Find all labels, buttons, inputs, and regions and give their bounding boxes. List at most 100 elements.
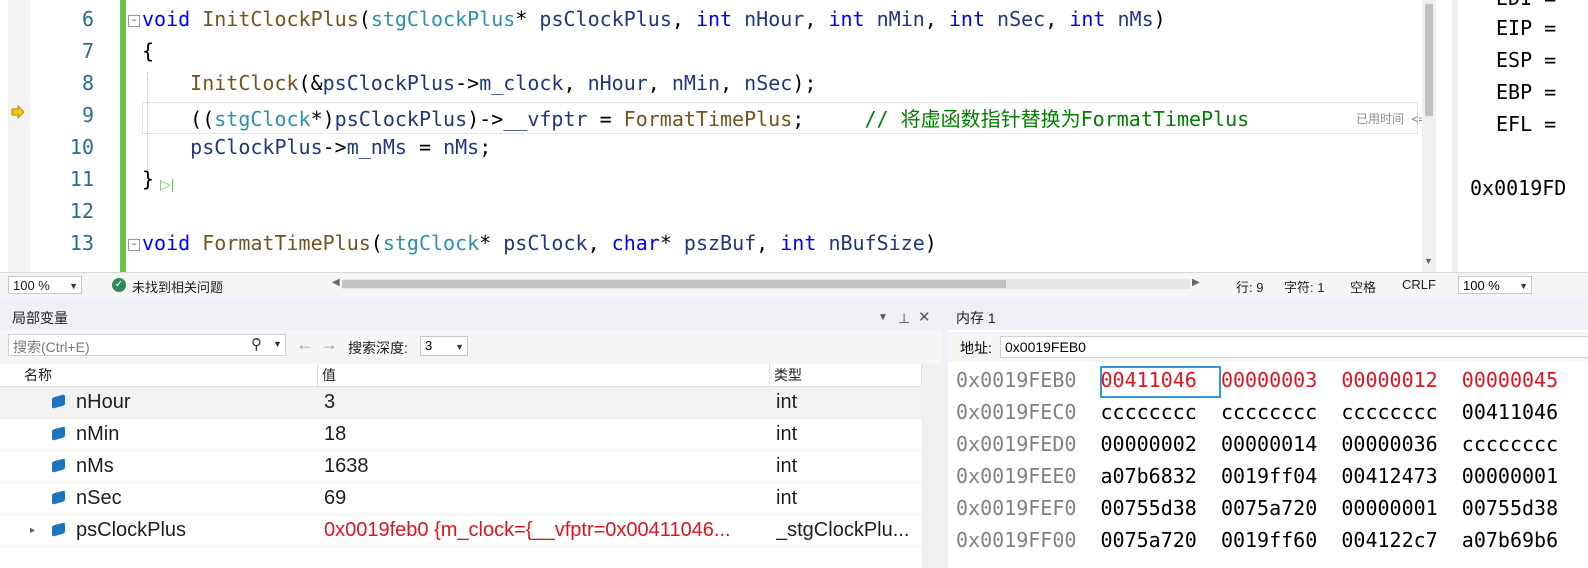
memory-word[interactable]: 0019ff60 [1221,528,1317,552]
memory-row[interactable]: 0x0019FEF0 00755d38 0075a720 00000001 00… [956,496,1558,520]
memory-word[interactable]: 00000045 [1462,368,1558,392]
code-line[interactable]: InitClock(&psClockPlus->m_clock, nHour, … [142,71,816,95]
memory-word[interactable]: 0075a720 [1221,496,1317,520]
memory-address: 0x0019FF00 [956,528,1077,552]
memory-row[interactable]: 0x0019FEB0 00411046 00000003 00000012 00… [956,368,1558,392]
scroll-left-arrow-icon[interactable]: ◀ [332,277,340,288]
code-token: ( [358,7,371,31]
register-address: 0x0019FD [1470,176,1567,200]
back-arrow-icon[interactable]: ← [296,334,314,355]
scroll-thumb[interactable] [342,280,1006,288]
memory-word[interactable]: 00000012 [1341,368,1437,392]
code-token: *) [310,107,335,131]
memory-word[interactable]: 00000002 [1101,432,1197,456]
forward-arrow-icon[interactable]: → [320,334,338,355]
expand-arrow-icon[interactable]: ▸ [30,515,35,546]
code-line[interactable]: void InitClockPlus(stgClockPlus* psClock… [142,7,1166,31]
panel-menu-chevron-icon[interactable]: ▼ [878,306,888,330]
chevron-down-icon[interactable]: ▼ [273,339,282,349]
memory-word[interactable]: cccccccc [1462,432,1558,456]
code-token: nBufSize [828,231,925,255]
table-row[interactable]: nSec 69 int [0,483,922,515]
memory-word[interactable]: 00411046 [1462,400,1558,424]
code-line[interactable]: psClockPlus->m_nMs = nMs; [142,135,491,159]
editor-vertical-scrollbar[interactable]: ▼ [1422,0,1436,272]
grid-header: 名称 值 类型 [0,364,922,387]
memory-row[interactable]: 0x0019FF00 0075a720 0019ff60 004122c7 a0… [956,528,1558,552]
code-token: * [479,231,504,255]
editor-horizontal-scrollbar[interactable] [342,279,1190,289]
table-row[interactable]: nMin 18 int [0,419,922,451]
scroll-thumb[interactable] [1425,4,1433,116]
zoom-select[interactable]: 100 % ▼ [8,276,82,294]
search-input[interactable]: 搜索(Ctrl+E) ⚲ ▼ [8,334,286,356]
scroll-down-arrow-icon[interactable]: ▼ [1424,256,1433,266]
zoom-select[interactable]: 100 % ▼ [1458,276,1532,294]
memory-word[interactable]: a07b69b6 [1462,528,1558,552]
memory-word[interactable]: 00412473 [1341,464,1437,488]
memory-word[interactable]: 00411046 [1101,368,1197,392]
address-input[interactable]: 0x0019FEB0 [1000,336,1588,358]
code-token: psClockPlus [322,71,456,95]
cell-name: psClockPlus [76,519,187,541]
memory-row[interactable]: 0x0019FED0 00000002 00000014 00000036 cc… [956,432,1558,456]
indicator-margin[interactable] [8,0,30,272]
cell-name: nHour [76,391,131,413]
memory-word[interactable]: cccccccc [1101,400,1197,424]
search-icon[interactable]: ⚲ [251,335,262,353]
scroll-right-arrow-icon[interactable]: ▶ [1192,277,1200,288]
code-token: -> [455,71,480,95]
memory-word[interactable]: 00000001 [1341,496,1437,520]
code-token: m_nMs [346,135,407,159]
issues-status[interactable]: 未找到相关问题 [132,277,223,296]
fold-toggle-icon[interactable]: − [128,239,140,251]
code-token: FormatTimePlus [623,107,793,131]
pin-icon[interactable]: ⊥ [898,306,910,330]
memory-word[interactable]: 00755d38 [1101,496,1197,520]
memory-word[interactable]: cccccccc [1341,400,1437,424]
code-token: = [406,135,444,159]
line-indicator[interactable]: 行: 9 [1236,277,1263,296]
column-header-name[interactable]: 名称 [20,364,318,386]
memory-word[interactable]: 00000003 [1221,368,1317,392]
code-editor[interactable]: − − 6 void InitClockPlus(stgClockPlus* ps… [0,0,1452,272]
whitespace-indicator[interactable]: 空格 [1350,277,1376,296]
fold-toggle-icon[interactable]: − [128,15,140,27]
code-token: (& [298,71,323,95]
memory-word[interactable]: a07b6832 [1101,464,1197,488]
memory-word[interactable]: 0019ff04 [1221,464,1317,488]
code-token: psClockPlus [190,135,323,159]
table-row[interactable]: nMs 1638 int [0,451,922,483]
memory-word[interactable]: 00000014 [1221,432,1317,456]
code-line[interactable]: } [142,167,154,191]
memory-row[interactable]: 0x0019FEE0 a07b6832 0019ff04 00412473 00… [956,464,1558,488]
cell-name: nMs [76,455,114,477]
column-header-value[interactable]: 值 [318,364,770,386]
code-line[interactable]: void FormatTimePlus(stgClock* psClock, c… [142,231,937,255]
char-indicator[interactable]: 字符: 1 [1284,277,1324,296]
table-row[interactable]: nHour 3 int [0,387,922,419]
column-header-type[interactable]: 类型 [770,364,922,386]
collapse-marker-icon: ▷| [160,176,175,192]
memory-word[interactable]: 004122c7 [1341,528,1437,552]
code-line[interactable]: { [142,39,154,63]
depth-select[interactable]: 3 ▼ [420,336,468,356]
memory-address: 0x0019FED0 [956,432,1077,456]
code-line[interactable]: ((stgClock*)psClockPlus)->__vfptr = Form… [142,103,1249,132]
code-token: , [647,71,672,95]
memory-address: 0x0019FEE0 [956,464,1077,488]
memory-word[interactable]: 00000001 [1462,464,1558,488]
locals-vertical-scrollbar[interactable] [922,364,942,568]
table-row[interactable]: ▸ psClockPlus 0x0019feb0 {m_clock={__vfptr… [0,515,922,547]
memory-word[interactable]: 0075a720 [1101,528,1197,552]
code-token: nHour [587,71,648,95]
memory-word[interactable]: cccccccc [1221,400,1317,424]
memory-row[interactable]: 0x0019FEC0 cccccccc cccccccc cccccccc 00… [956,400,1558,424]
memory-word[interactable]: 00755d38 [1462,496,1558,520]
close-icon[interactable]: ✕ [918,306,931,330]
line-ending-indicator[interactable]: CRLF [1402,277,1436,292]
memory-word[interactable]: 00000036 [1341,432,1437,456]
code-token: InitClock [190,71,299,95]
